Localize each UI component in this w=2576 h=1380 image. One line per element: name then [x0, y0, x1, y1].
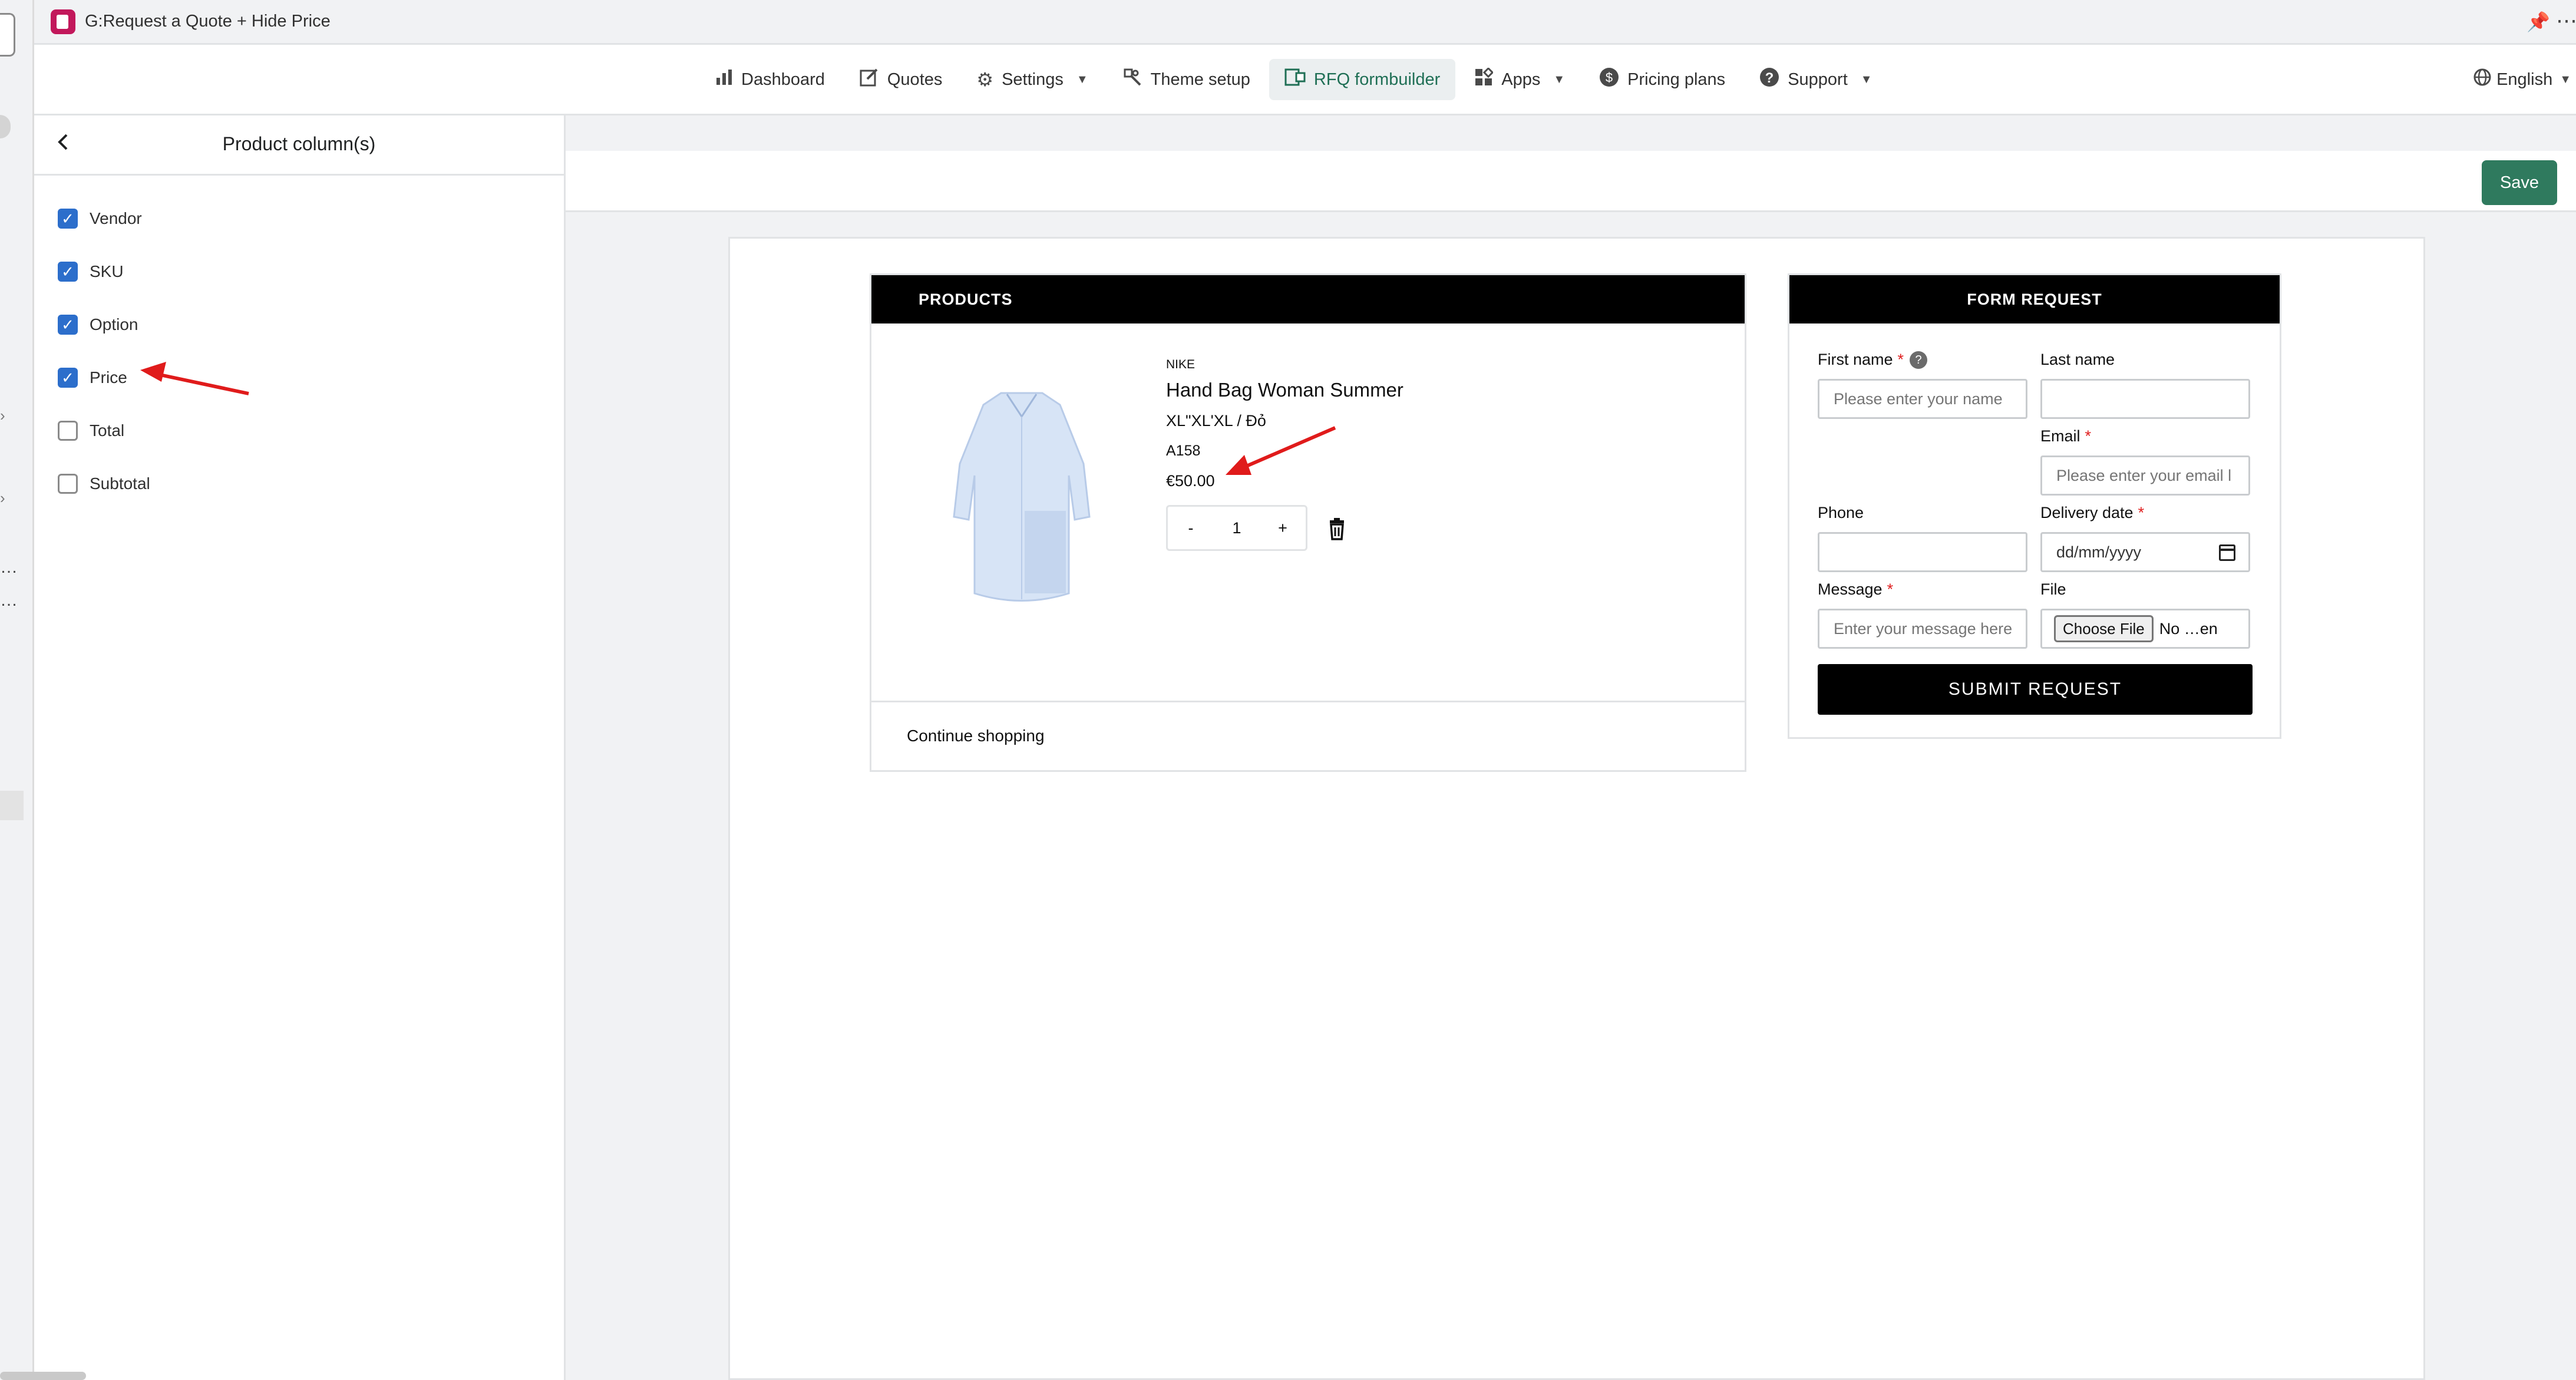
annotation-arrow [1226, 426, 1336, 475]
annotation-arrow [140, 362, 249, 395]
annotation-layer [140, 362, 1336, 475]
horizontal-scrollbar[interactable] [0, 1372, 86, 1380]
